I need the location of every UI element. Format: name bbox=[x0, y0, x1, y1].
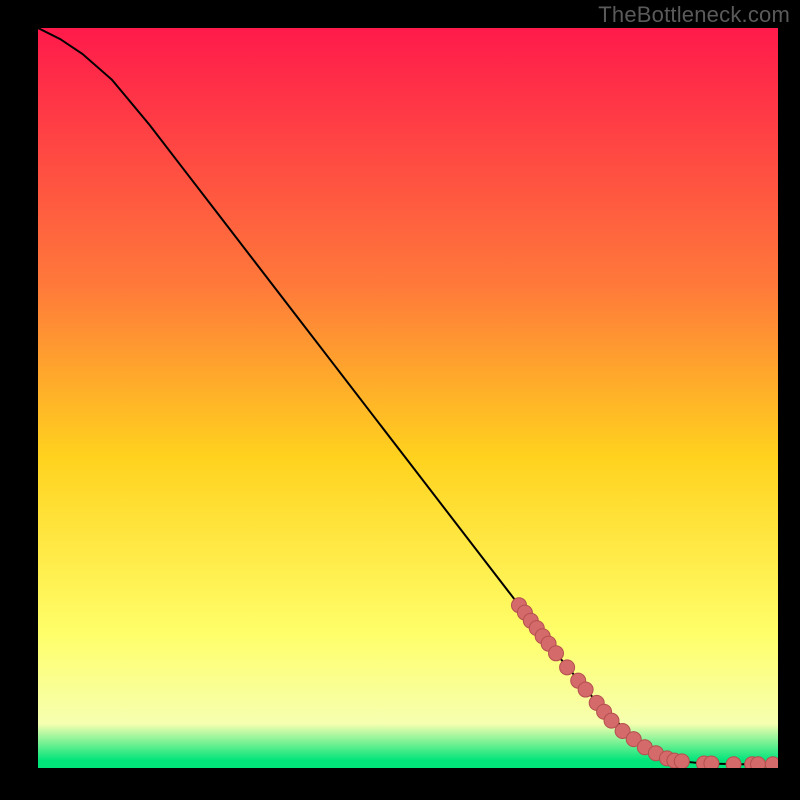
data-point bbox=[578, 682, 593, 697]
data-point bbox=[549, 646, 564, 661]
data-point bbox=[726, 757, 741, 768]
watermark-text: TheBottleneck.com bbox=[598, 2, 790, 28]
plot-svg bbox=[38, 28, 778, 768]
chart-frame: TheBottleneck.com bbox=[0, 0, 800, 800]
data-point bbox=[704, 756, 719, 768]
data-point bbox=[674, 754, 689, 768]
plot-area bbox=[38, 28, 778, 768]
data-point bbox=[560, 660, 575, 675]
data-point bbox=[751, 757, 766, 768]
gradient-background bbox=[38, 28, 778, 768]
